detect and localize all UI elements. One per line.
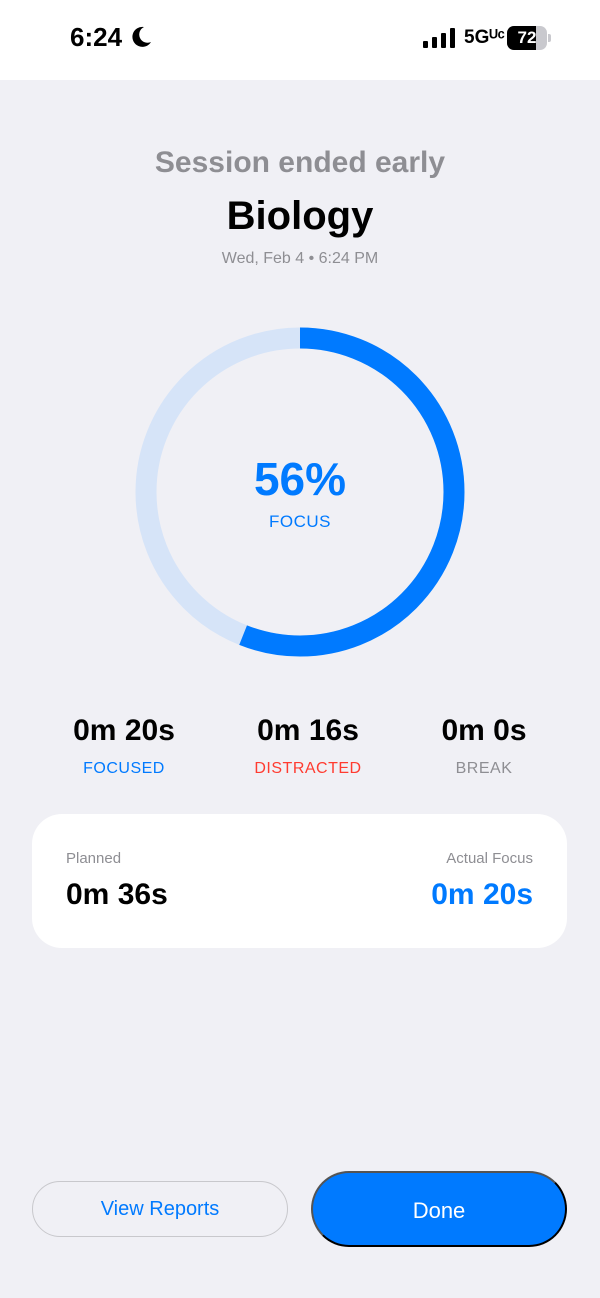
cellular-signal-icon	[423, 28, 455, 48]
status-time: 6:24	[70, 22, 123, 52]
stat-break: 0m 0s BREAK	[394, 714, 574, 778]
summary-card: Planned 0m 36s Actual Focus 0m 20s	[32, 814, 567, 948]
session-subject: Biology	[226, 194, 374, 238]
done-button[interactable]: Done	[311, 1171, 567, 1247]
focus-percent: 56%	[253, 453, 347, 505]
stat-focused-value: 0m 20s	[73, 714, 175, 747]
focus-label: FOCUS	[269, 512, 331, 531]
stat-distracted-label: DISTRACTED	[254, 760, 362, 777]
stat-break-value: 0m 0s	[441, 714, 527, 747]
stat-distracted-value: 0m 16s	[257, 714, 359, 747]
planned-label: Planned	[66, 850, 122, 867]
actual-focus-value: 0m 20s	[431, 878, 533, 911]
stat-focused-label: FOCUSED	[83, 760, 165, 777]
network-type: 5Gᵁᶜ	[464, 27, 505, 48]
session-date: Wed, Feb 4 • 6:24 PM	[221, 250, 379, 267]
focus-ring: 56% FOCUS	[134, 326, 466, 658]
battery-percent: 72	[517, 28, 537, 47]
status-bar: 6:24 5Gᵁᶜ 72	[0, 0, 600, 80]
stat-focused: 0m 20s FOCUSED	[34, 714, 214, 778]
session-status: Session ended early	[154, 146, 446, 179]
actual-focus-label: Actual Focus	[446, 850, 533, 867]
planned-value: 0m 36s	[66, 878, 168, 911]
view-reports-button[interactable]: View Reports	[32, 1181, 288, 1237]
stat-distracted: 0m 16s DISTRACTED	[218, 714, 398, 778]
stat-break-label: BREAK	[455, 760, 513, 777]
moon-icon	[132, 26, 151, 47]
battery-icon: 72	[507, 26, 551, 50]
